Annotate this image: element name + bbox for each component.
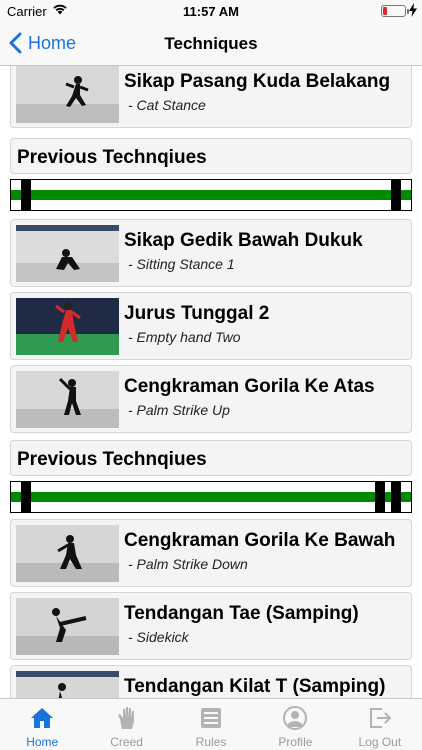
technique-title: Cengkraman Gorila Ke Atas [124, 376, 375, 397]
navigation-bar: Home Techniques [0, 22, 422, 66]
technique-card[interactable]: Tendangan Tae (Samping) - Sidekick [10, 592, 412, 660]
tab-profile[interactable]: Profile [253, 699, 337, 750]
section-header-label: Previous Technqiues [17, 449, 207, 470]
technique-subtitle: - Cat Stance [128, 97, 206, 113]
technique-subtitle: - Palm Strike Up [128, 402, 230, 418]
technique-card[interactable]: Sikap Gedik Bawah Dukuk - Sitting Stance… [10, 219, 412, 287]
section-header: Previous Technqiues [10, 440, 412, 476]
technique-subtitle: - Sitting Stance 1 [128, 256, 235, 272]
technique-thumbnail [16, 671, 119, 698]
technique-subtitle: - Sidekick [128, 629, 189, 645]
tab-bar: Home Creed Rules Profile Log Out [0, 698, 422, 750]
hand-icon [114, 705, 140, 731]
belt-rank-graphic [10, 179, 412, 211]
technique-title: Sikap Pasang Kuda Belakang [124, 71, 391, 92]
technique-thumbnail [16, 598, 119, 655]
tab-label: Log Out [358, 735, 402, 749]
technique-title: Jurus Tunggal 2 [124, 303, 270, 324]
tab-label: Home [26, 735, 59, 749]
technique-card[interactable]: Jurus Tunggal 2 - Empty hand Two [10, 292, 412, 360]
section-header-label: Previous Technqiues [17, 147, 207, 168]
technique-card[interactable]: Sikap Pasang Kuda Belakang - Cat Stance [10, 66, 412, 128]
technique-title: Cengkraman Gorila Ke Bawah [124, 530, 396, 551]
belt-rank-graphic [10, 481, 412, 513]
technique-thumbnail [16, 66, 119, 123]
technique-card[interactable]: Cengkraman Gorila Ke Atas - Palm Strike … [10, 365, 412, 433]
technique-title: Tendangan Tae (Samping) [124, 603, 359, 624]
technique-thumbnail [16, 225, 119, 282]
techniques-list[interactable]: Sikap Pasang Kuda Belakang - Cat Stance … [0, 66, 422, 698]
technique-title: Sikap Gedik Bawah Dukuk [124, 230, 363, 251]
tab-label: Profile [278, 735, 313, 749]
technique-thumbnail [16, 371, 119, 428]
technique-thumbnail [16, 525, 119, 582]
tab-rules[interactable]: Rules [169, 699, 253, 750]
logout-icon [367, 705, 393, 731]
technique-subtitle: - Palm Strike Down [128, 556, 248, 572]
technique-card[interactable]: Cengkraman Gorila Ke Bawah - Palm Strike… [10, 519, 412, 587]
tab-label: Creed [110, 735, 143, 749]
technique-subtitle: - Empty hand Two [128, 329, 241, 345]
tab-label: Rules [195, 735, 227, 749]
profile-icon [282, 705, 308, 731]
technique-title: Tendangan Kilat T (Samping) [124, 676, 386, 697]
page-title: Techniques [164, 34, 258, 53]
clock: 11:57 AM [183, 4, 239, 19]
technique-thumbnail [16, 298, 119, 355]
tab-logout[interactable]: Log Out [338, 699, 422, 750]
section-header: Previous Technqiues [10, 138, 412, 174]
charging-bolt-icon [409, 3, 417, 17]
tab-creed[interactable]: Creed [84, 699, 168, 750]
technique-card[interactable]: Tendangan Kilat T (Samping) [10, 665, 412, 698]
status-bar: Carrier 11:57 AM [0, 0, 422, 22]
battery-icon [381, 5, 409, 17]
list-icon [198, 705, 224, 731]
tab-home[interactable]: Home [0, 699, 84, 750]
home-icon [29, 705, 55, 731]
